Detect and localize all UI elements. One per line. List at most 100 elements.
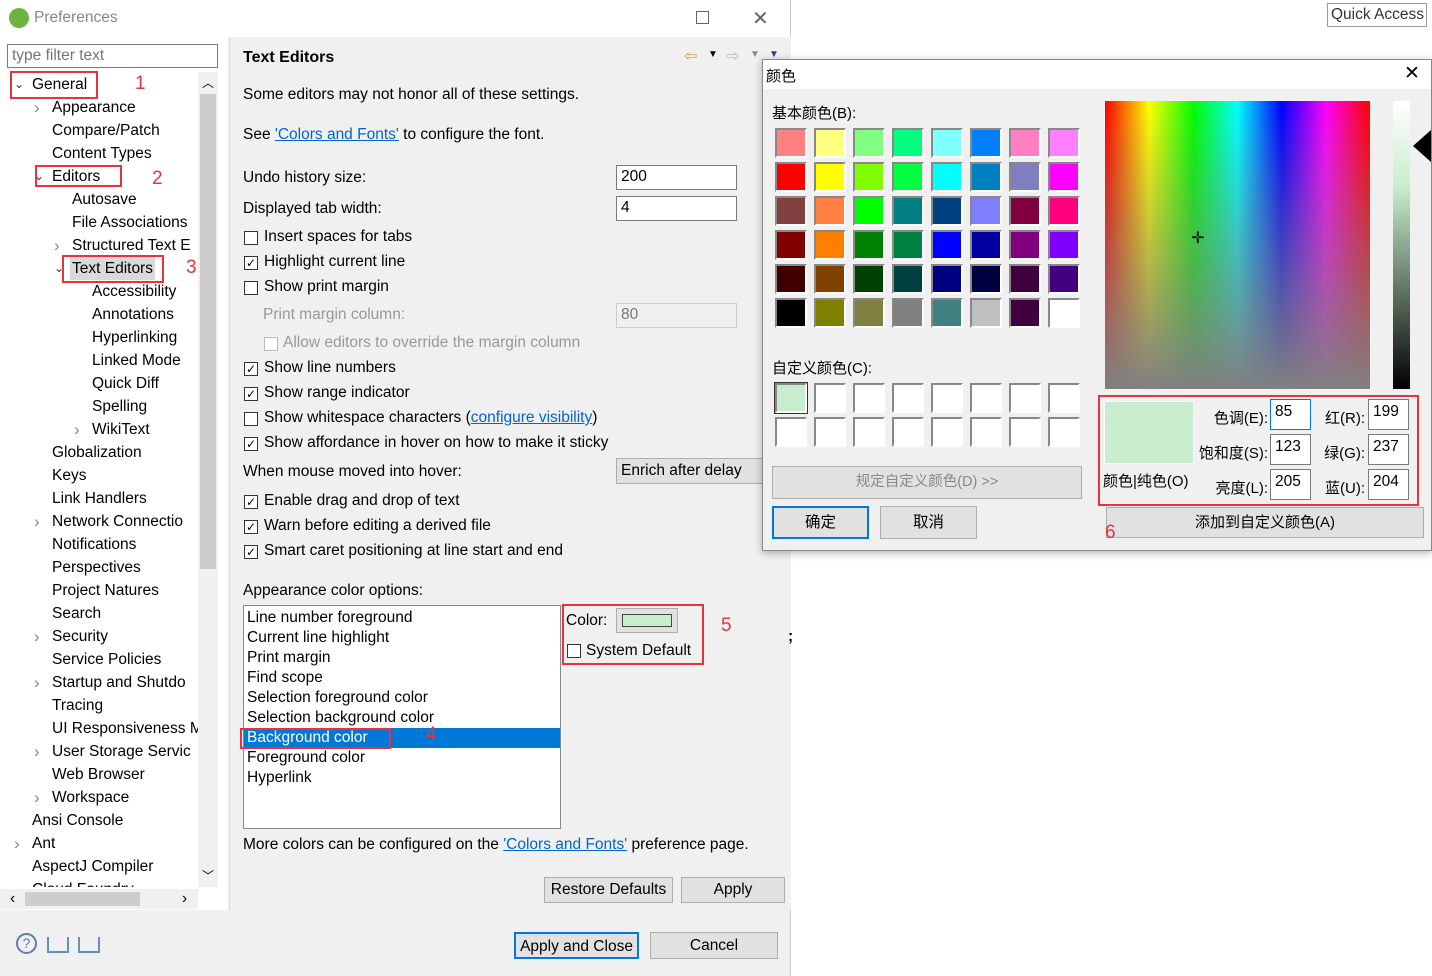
color-list-item[interactable]: Hyperlink: [244, 768, 560, 788]
checkbox-label[interactable]: Show affordance in hover on how to make …: [264, 434, 608, 452]
basic-color-swatch[interactable]: [1048, 298, 1080, 328]
chevron-right-icon[interactable]: ›: [34, 671, 40, 694]
basic-color-swatch[interactable]: [853, 298, 885, 328]
tree-item-hyperlinking[interactable]: Hyperlinking: [0, 326, 198, 349]
apply-button[interactable]: Apply: [681, 877, 785, 903]
basic-color-swatch[interactable]: [1048, 196, 1080, 226]
tree-item-aspectj-compiler[interactable]: AspectJ Compiler: [0, 855, 198, 878]
checkbox-options2-3[interactable]: ✓: [244, 437, 258, 451]
basic-color-swatch[interactable]: [853, 162, 885, 192]
basic-color-swatch[interactable]: [853, 230, 885, 260]
tree-item-file-associations[interactable]: File Associations: [0, 211, 198, 234]
checkbox-label[interactable]: Show line numbers: [264, 359, 396, 377]
chevron-right-icon[interactable]: ›: [34, 510, 40, 533]
basic-color-swatch[interactable]: [853, 264, 885, 294]
basic-color-swatch[interactable]: [970, 162, 1002, 192]
crosshair-icon[interactable]: ✛: [1191, 228, 1204, 248]
cancel-color-button[interactable]: 取消: [880, 506, 977, 539]
checkbox-options3-0[interactable]: ✓: [244, 495, 258, 509]
tree-item-autosave[interactable]: Autosave: [0, 188, 198, 211]
vertical-scrollbar[interactable]: ︿ ﹀: [198, 72, 218, 887]
basic-color-swatch[interactable]: [892, 196, 924, 226]
basic-color-swatch[interactable]: [1048, 264, 1080, 294]
checkbox-options2-2[interactable]: [244, 412, 258, 426]
basic-color-swatch[interactable]: [1009, 264, 1041, 294]
custom-color-swatch[interactable]: [1048, 417, 1080, 447]
chevron-right-icon[interactable]: ›: [14, 878, 20, 887]
appearance-color-list[interactable]: Line number foreground Current line highl…: [243, 605, 561, 829]
checkbox-label[interactable]: Highlight current line: [264, 253, 405, 271]
basic-color-swatch[interactable]: [931, 230, 963, 260]
color-list-item[interactable]: Foreground color: [244, 748, 560, 768]
color-list-item[interactable]: Find scope: [244, 668, 560, 688]
tree-item-workspace[interactable]: › Workspace: [0, 786, 198, 809]
tree-item-wikitext[interactable]: › WikiText: [0, 418, 198, 441]
chevron-right-icon[interactable]: ›: [34, 96, 40, 119]
chevron-right-icon[interactable]: ›: [34, 740, 40, 763]
tree-item-project-natures[interactable]: Project Natures: [0, 579, 198, 602]
import-icon[interactable]: [47, 937, 69, 953]
scroll-right-icon[interactable]: ›: [182, 890, 187, 908]
tree-item-link-handlers[interactable]: Link Handlers: [0, 487, 198, 510]
custom-color-swatch[interactable]: [970, 417, 1002, 447]
apply-and-close-button[interactable]: Apply and Close: [514, 932, 639, 959]
color-list-item[interactable]: Selection foreground color: [244, 688, 560, 708]
basic-color-swatch[interactable]: [775, 298, 807, 328]
hover-mode-select[interactable]: Enrich after delay: [616, 458, 776, 484]
custom-color-swatch[interactable]: [1048, 383, 1080, 413]
color-list-item[interactable]: Selection background color: [244, 708, 560, 728]
basic-color-swatch[interactable]: [970, 196, 1002, 226]
tree-item-tracing[interactable]: Tracing: [0, 694, 198, 717]
tree-item-service-policies[interactable]: Service Policies: [0, 648, 198, 671]
custom-color-swatch[interactable]: [1009, 417, 1041, 447]
basic-color-swatch[interactable]: [853, 128, 885, 158]
checkbox-options-1[interactable]: ✓: [244, 256, 258, 270]
checkbox-label[interactable]: Show print margin: [264, 278, 389, 296]
tree-item-ansi-console[interactable]: Ansi Console: [0, 809, 198, 832]
custom-color-swatch[interactable]: [814, 417, 846, 447]
basic-color-swatch[interactable]: [775, 196, 807, 226]
undo-history-input[interactable]: 200: [616, 165, 737, 190]
checkbox-label[interactable]: Smart caret positioning at line start an…: [264, 542, 563, 560]
chevron-right-icon[interactable]: ›: [34, 786, 40, 809]
tree-item-security[interactable]: › Security: [0, 625, 198, 648]
basic-color-swatch[interactable]: [970, 264, 1002, 294]
basic-color-swatch[interactable]: [775, 162, 807, 192]
basic-color-swatch[interactable]: [931, 298, 963, 328]
tree-item-search[interactable]: Search: [0, 602, 198, 625]
colors-and-fonts-link-2[interactable]: 'Colors and Fonts': [503, 836, 627, 853]
basic-color-swatch[interactable]: [814, 196, 846, 226]
tree-item-perspectives[interactable]: Perspectives: [0, 556, 198, 579]
horizontal-scrollbar[interactable]: ‹ ›: [0, 889, 198, 909]
chevron-right-icon[interactable]: ›: [14, 832, 20, 855]
color-dialog-close-button[interactable]: ✕: [1404, 62, 1420, 85]
custom-color-swatch[interactable]: [775, 417, 807, 447]
tree-item-globalization[interactable]: Globalization: [0, 441, 198, 464]
basic-color-swatch[interactable]: [814, 128, 846, 158]
quick-access-field[interactable]: Quick Access: [1327, 3, 1427, 27]
basic-color-swatch[interactable]: [931, 196, 963, 226]
custom-color-swatch[interactable]: [892, 417, 924, 447]
tree-item-accessibility[interactable]: Accessibility: [0, 280, 198, 303]
tree-item-quick-diff[interactable]: Quick Diff: [0, 372, 198, 395]
tree-item-network-connectio[interactable]: › Network Connectio: [0, 510, 198, 533]
color-list-item[interactable]: Line number foreground: [244, 608, 560, 628]
scroll-thumb[interactable]: [200, 94, 216, 569]
color-list-item[interactable]: Print margin: [244, 648, 560, 668]
basic-color-swatch[interactable]: [1048, 230, 1080, 260]
basic-color-swatch[interactable]: [814, 230, 846, 260]
basic-color-swatch[interactable]: [1048, 128, 1080, 158]
forward-menu-icon[interactable]: ▼: [750, 49, 760, 60]
basic-color-swatch[interactable]: [931, 128, 963, 158]
checkbox-options-0[interactable]: [244, 231, 258, 245]
forward-icon[interactable]: ⇨: [726, 46, 739, 66]
custom-color-swatch[interactable]: [774, 382, 808, 414]
checkbox-label[interactable]: Show range indicator: [264, 384, 410, 402]
help-icon[interactable]: ?: [16, 933, 37, 954]
custom-color-swatch[interactable]: [853, 383, 885, 413]
tree-item-structured-text-e[interactable]: › Structured Text E: [0, 234, 198, 257]
chevron-right-icon[interactable]: ›: [54, 234, 60, 257]
basic-color-swatch[interactable]: [931, 264, 963, 294]
basic-color-swatch[interactable]: [970, 298, 1002, 328]
tree-item-appearance[interactable]: › Appearance: [0, 96, 198, 119]
